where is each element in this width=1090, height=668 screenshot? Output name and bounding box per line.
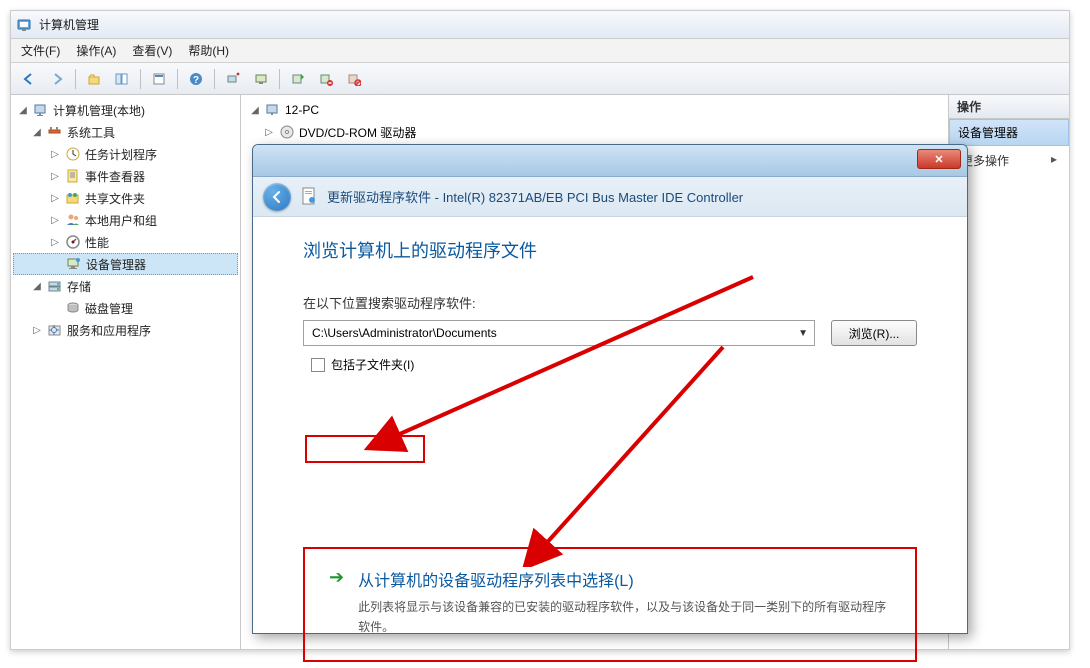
include-subfolders-checkbox[interactable]	[311, 358, 325, 372]
actions-header: 操作	[949, 95, 1069, 119]
tree-services-apps[interactable]: ▷服务和应用程序	[13, 319, 238, 341]
back-button[interactable]	[17, 67, 41, 91]
tree-event-viewer[interactable]: ▷事件查看器	[13, 165, 238, 187]
tree-system-tools[interactable]: ◢系统工具	[13, 121, 238, 143]
actions-selected[interactable]: 设备管理器	[949, 119, 1069, 146]
menu-action[interactable]: 操作(A)	[76, 42, 116, 59]
include-subfolders-label[interactable]: 包括子文件夹(I)	[331, 356, 414, 373]
tree-root[interactable]: ◢计算机管理(本地)	[13, 99, 238, 121]
update-driver-button[interactable]	[286, 67, 310, 91]
toolbar-sep3	[177, 69, 178, 89]
include-subfolders-row: 包括子文件夹(I)	[303, 356, 917, 373]
tree-local-users[interactable]: ▷本地用户和组	[13, 209, 238, 231]
tree-disk-mgmt[interactable]: ▷磁盘管理	[13, 297, 238, 319]
properties-button[interactable]	[147, 67, 171, 91]
dialog-header: 更新驱动程序软件 - Intel(R) 82371AB/EB PCI Bus M…	[253, 177, 967, 217]
dialog-body: 浏览计算机上的驱动程序文件 在以下位置搜索驱动程序软件: C:\Users\Ad…	[253, 217, 967, 633]
pick-from-list-option[interactable]: ➔ 从计算机的设备驱动程序列表中选择(L) 此列表将显示与该设备兼容的已安装的驱…	[303, 547, 917, 662]
titlebar: 计算机管理	[11, 11, 1069, 39]
toolbar-sep2	[140, 69, 141, 89]
menu-help[interactable]: 帮助(H)	[188, 42, 229, 59]
tree-performance-label: 性能	[85, 234, 109, 251]
path-label: 在以下位置搜索驱动程序软件:	[303, 293, 917, 312]
uninstall-button[interactable]	[314, 67, 338, 91]
dialog-titlebar[interactable]: ✕	[253, 145, 967, 177]
path-value: C:\Users\Administrator\Documents	[312, 326, 497, 340]
menubar: 文件(F) 操作(A) 查看(V) 帮助(H)	[11, 39, 1069, 63]
menu-view[interactable]: 查看(V)	[132, 42, 172, 59]
browse-button-label: 浏览(R)...	[849, 325, 900, 342]
window-title: 计算机管理	[39, 16, 99, 33]
help-button[interactable]: ?	[184, 67, 208, 91]
close-icon: ✕	[934, 153, 943, 166]
toolbar-sep5	[279, 69, 280, 89]
device-icon-button[interactable]	[249, 67, 273, 91]
device-pc-label: 12-PC	[285, 103, 319, 117]
dialog-back-button[interactable]	[263, 183, 291, 211]
up-button[interactable]	[82, 67, 106, 91]
tree-disk-mgmt-label: 磁盘管理	[85, 300, 133, 317]
path-row: C:\Users\Administrator\Documents ▼ 浏览(R)…	[303, 320, 917, 346]
tree-shared-folders[interactable]: ▷共享文件夹	[13, 187, 238, 209]
forward-button[interactable]	[45, 67, 69, 91]
tree-task-scheduler-label: 任务计划程序	[85, 146, 157, 163]
tree-device-manager-label: 设备管理器	[86, 256, 146, 273]
left-tree-pane: ◢计算机管理(本地) ◢系统工具 ▷任务计划程序 ▷事件查看器 ▷共享文件夹 ▷…	[11, 95, 241, 649]
option-arrow-icon: ➔	[329, 567, 344, 587]
tree-root-label: 计算机管理(本地)	[53, 102, 145, 119]
tree-storage[interactable]: ◢存储	[13, 275, 238, 297]
chevron-right-icon: ▸	[1051, 152, 1057, 166]
annotation-red-box-1	[305, 435, 425, 463]
dialog-title-text: 更新驱动程序软件 - Intel(R) 82371AB/EB PCI Bus M…	[327, 187, 743, 206]
dropdown-arrow-icon: ▼	[798, 328, 808, 339]
svg-text:?: ?	[193, 75, 199, 86]
actions-more-label: 更多操作	[961, 154, 1009, 168]
path-combobox[interactable]: C:\Users\Administrator\Documents ▼	[303, 320, 815, 346]
option-title: 从计算机的设备驱动程序列表中选择(L)	[358, 567, 891, 591]
device-dvd-label: DVD/CD-ROM 驱动器	[299, 124, 416, 141]
tree-system-tools-label: 系统工具	[67, 124, 115, 141]
tree-shared-folders-label: 共享文件夹	[85, 190, 145, 207]
show-hide-button[interactable]	[110, 67, 134, 91]
dialog-heading: 浏览计算机上的驱动程序文件	[303, 237, 917, 263]
device-dvd-node[interactable]: ▷DVD/CD-ROM 驱动器	[245, 121, 944, 143]
toolbar: ?	[11, 63, 1069, 95]
device-pc-node[interactable]: ◢12-PC	[245, 99, 944, 121]
tree-event-viewer-label: 事件查看器	[85, 168, 145, 185]
tree-storage-label: 存储	[67, 278, 91, 295]
tree-device-manager[interactable]: ▷设备管理器	[13, 253, 238, 275]
option-description: 此列表将显示与该设备兼容的已安装的驱动程序软件，以及与该设备处于同一类别下的所有…	[358, 597, 891, 638]
toolbar-sep4	[214, 69, 215, 89]
tree-task-scheduler[interactable]: ▷任务计划程序	[13, 143, 238, 165]
tree-local-users-label: 本地用户和组	[85, 212, 157, 229]
dialog-close-button[interactable]: ✕	[917, 149, 961, 169]
tree-performance[interactable]: ▷性能	[13, 231, 238, 253]
browse-button[interactable]: 浏览(R)...	[831, 320, 917, 346]
nav-tree: ◢计算机管理(本地) ◢系统工具 ▷任务计划程序 ▷事件查看器 ▷共享文件夹 ▷…	[13, 99, 238, 341]
disable-button[interactable]	[342, 67, 366, 91]
menu-file[interactable]: 文件(F)	[21, 42, 60, 59]
update-driver-dialog: ✕ 更新驱动程序软件 - Intel(R) 82371AB/EB PCI Bus…	[252, 144, 968, 634]
driver-file-icon	[301, 187, 317, 207]
toolbar-sep	[75, 69, 76, 89]
app-icon	[17, 17, 33, 33]
tree-services-apps-label: 服务和应用程序	[67, 322, 151, 339]
scan-hardware-button[interactable]	[221, 67, 245, 91]
